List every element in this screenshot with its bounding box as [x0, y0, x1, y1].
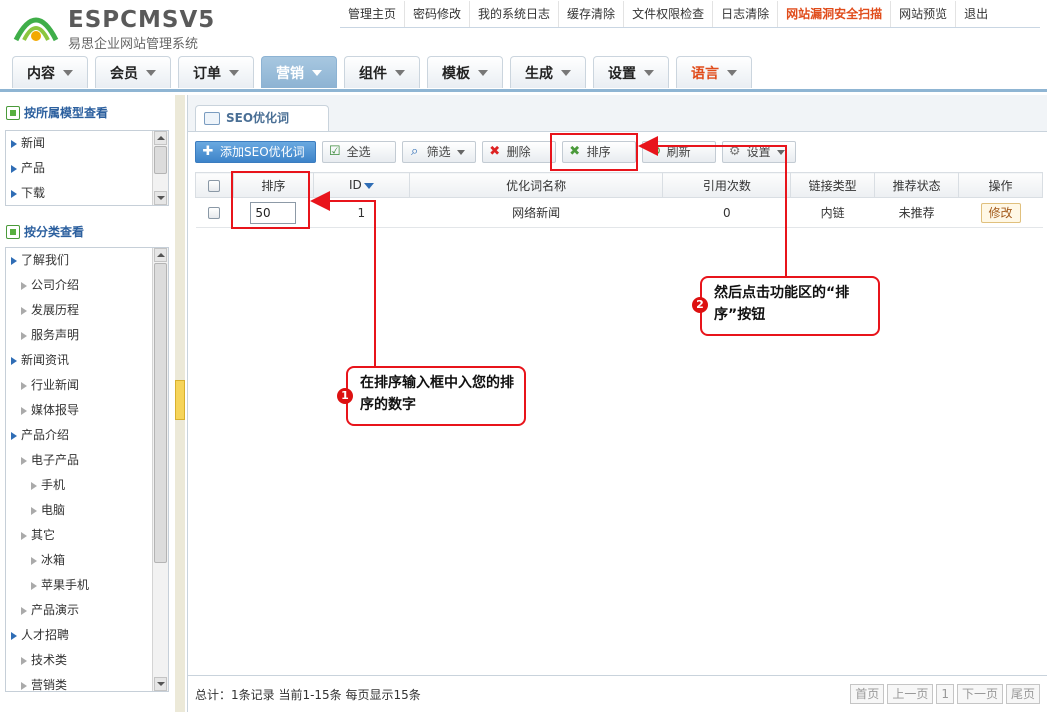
sort-button-highlight	[550, 133, 638, 171]
arrow-to-sort-button	[638, 136, 787, 276]
step-1-badge: 1	[337, 388, 353, 404]
callout-text: 在排序输入框中入您的排序的数字	[360, 375, 514, 413]
callout-text: 然后点击功能区的“排序”按钮	[714, 285, 850, 323]
step-2-badge: 2	[692, 297, 708, 313]
annotation-arrows	[310, 136, 787, 366]
callout-step-2: 然后点击功能区的“排序”按钮	[700, 276, 880, 336]
arrow-to-sort-input	[310, 191, 376, 366]
callout-step-1: 在排序输入框中入您的排序的数字	[346, 366, 526, 426]
sort-column-highlight	[231, 171, 310, 229]
